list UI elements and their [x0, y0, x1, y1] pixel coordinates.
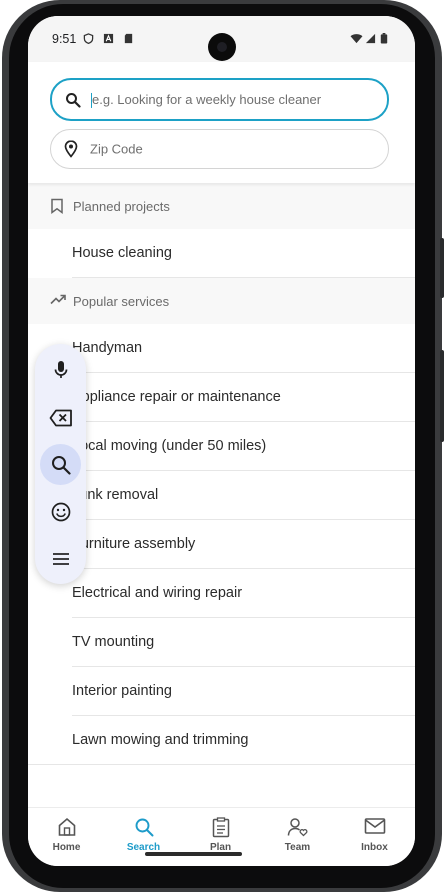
list-item-label: Handyman	[72, 340, 143, 356]
list-item-label: TV mounting	[72, 634, 155, 650]
suggestions-list: Planned projects House cleaning Popular …	[28, 183, 415, 765]
list-item-local-moving[interactable]: Local moving (under 50 miles)	[28, 422, 415, 471]
divider	[28, 764, 415, 765]
tab-team-label: Team	[284, 842, 311, 853]
list-item-furniture-assembly[interactable]: Furniture assembly	[28, 520, 415, 569]
list-item-tv-mounting[interactable]: TV mounting	[28, 618, 415, 667]
zip-code-input[interactable]: Zip Code	[50, 129, 389, 169]
phone-frame: 9:51 e.g. Looking for a weekly house cle…	[0, 0, 444, 892]
tab-home[interactable]: Home	[28, 808, 105, 866]
status-bar: 9:51	[28, 16, 415, 62]
service-search-placeholder: e.g. Looking for a weekly house cleaner	[92, 91, 322, 107]
bookmark-icon	[51, 198, 63, 214]
signal-icon	[365, 33, 376, 44]
service-search-input[interactable]: e.g. Looking for a weekly house cleaner	[50, 78, 389, 121]
tab-team[interactable]: Team	[259, 808, 336, 866]
home-icon	[58, 817, 75, 836]
tab-inbox-label: Inbox	[361, 842, 388, 853]
backspace-button[interactable]	[40, 397, 81, 438]
status-time: 9:51	[52, 32, 77, 46]
shield-icon	[83, 33, 94, 44]
search-icon	[51, 455, 71, 475]
inbox-icon	[364, 818, 385, 834]
list-item-label: Electrical and wiring repair	[72, 585, 243, 601]
keyboard-floating-toolbar	[35, 344, 86, 584]
microphone-button[interactable]	[40, 349, 81, 390]
list-item-label: Local moving (under 50 miles)	[72, 438, 267, 454]
power-button	[440, 350, 444, 442]
clipboard-icon	[212, 817, 229, 838]
home-gesture-bar[interactable]	[145, 852, 242, 856]
search-button[interactable]	[40, 444, 81, 485]
volume-button	[440, 238, 444, 298]
popular-services-title: Popular services	[73, 294, 170, 309]
list-item-house-cleaning[interactable]: House cleaning	[28, 229, 415, 278]
emoji-button[interactable]	[40, 491, 81, 532]
tab-inbox[interactable]: Inbox	[336, 808, 413, 866]
tab-search[interactable]: Search	[105, 808, 182, 866]
search-icon	[135, 818, 153, 837]
planned-projects-title: Planned projects	[73, 199, 170, 214]
list-item-label: House cleaning	[72, 245, 172, 261]
list-item-label: Interior painting	[72, 683, 172, 699]
zip-code-placeholder: Zip Code	[90, 141, 143, 157]
search-icon	[66, 92, 81, 108]
menu-icon	[52, 552, 69, 565]
list-item-junk-removal[interactable]: Junk removal	[28, 471, 415, 520]
tab-plan[interactable]: Plan	[182, 808, 259, 866]
list-item-label: Furniture assembly	[72, 536, 196, 552]
battery-icon	[380, 33, 388, 44]
list-item-electrical-repair[interactable]: Electrical and wiring repair	[28, 569, 415, 618]
bottom-navigation: Home Search Plan Team Inbox	[28, 807, 415, 866]
location-pin-icon	[64, 140, 78, 158]
microphone-icon	[54, 360, 67, 378]
list-item-label: Appliance repair or maintenance	[72, 389, 281, 405]
trending-up-icon	[50, 294, 66, 305]
list-item-interior-painting[interactable]: Interior painting	[28, 667, 415, 716]
list-item-appliance-repair[interactable]: Appliance repair or maintenance	[28, 373, 415, 422]
wifi-icon	[350, 34, 363, 44]
front-camera	[208, 33, 236, 61]
font-icon	[103, 33, 114, 44]
emoji-icon	[51, 502, 70, 521]
app-screen: 9:51 e.g. Looking for a weekly house cle…	[28, 16, 415, 866]
tab-home-label: Home	[52, 842, 81, 853]
sd-card-icon	[124, 33, 133, 44]
search-header: e.g. Looking for a weekly house cleaner …	[28, 62, 415, 183]
planned-projects-header: Planned projects	[28, 183, 415, 229]
backspace-icon	[49, 409, 72, 426]
menu-button[interactable]	[40, 538, 81, 579]
list-item-handyman[interactable]: Handyman	[28, 324, 415, 373]
team-icon	[287, 818, 307, 837]
popular-services-header: Popular services	[28, 278, 415, 324]
list-item-label: Lawn mowing and trimming	[72, 732, 249, 748]
list-item-lawn-mowing[interactable]: Lawn mowing and trimming	[28, 716, 415, 765]
